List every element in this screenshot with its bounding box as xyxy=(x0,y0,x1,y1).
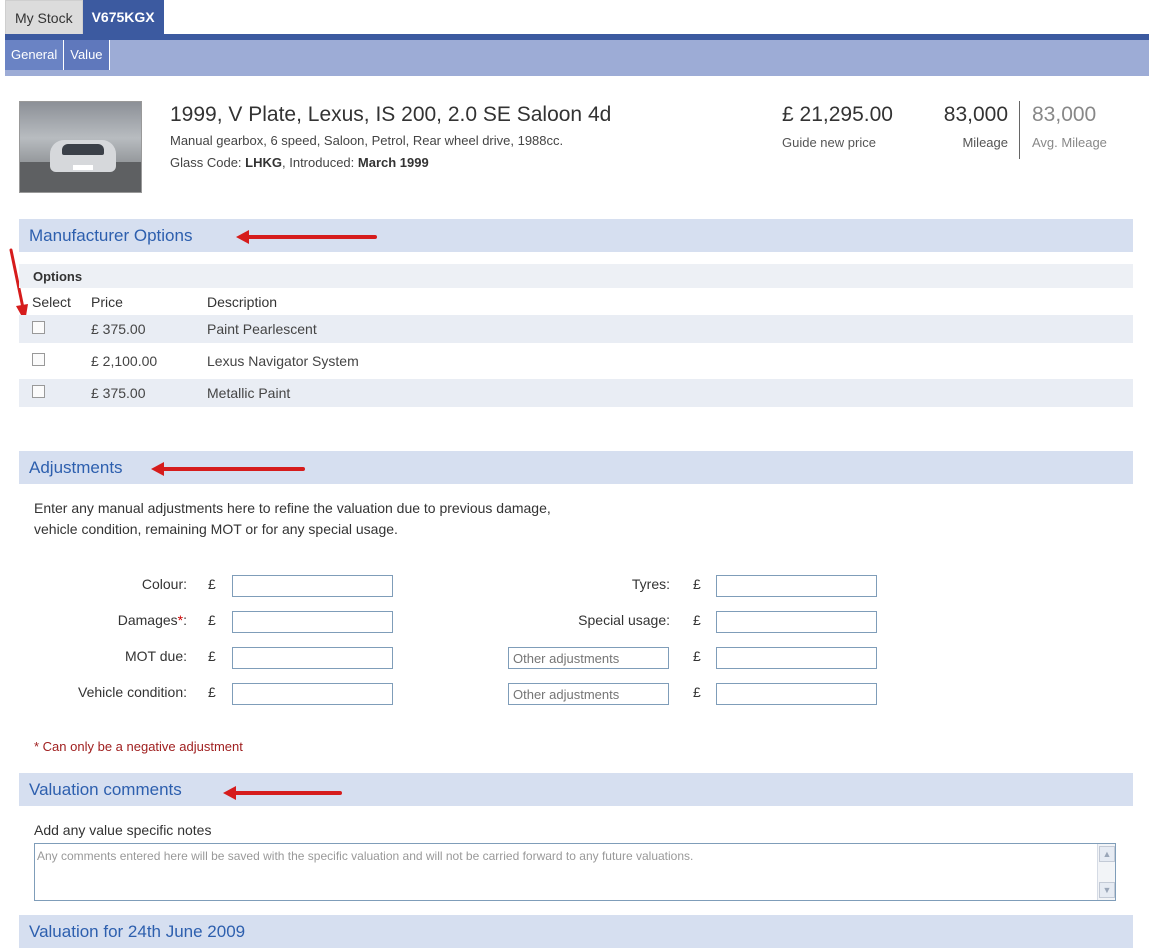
table-row: £ 375.00 Paint Pearlescent xyxy=(19,315,1133,343)
tyres-label: Tyres: xyxy=(631,576,670,592)
column-header-select: Select xyxy=(32,293,71,310)
tyres-input[interactable] xyxy=(716,575,877,597)
other-adjustment-value-input[interactable] xyxy=(716,647,877,669)
currency-symbol: £ xyxy=(208,576,216,592)
notes-label: Add any value specific notes xyxy=(34,822,212,838)
option-checkbox[interactable] xyxy=(32,353,45,366)
valuation-notes-textarea[interactable]: Any comments entered here will be saved … xyxy=(34,843,1116,901)
option-price: £ 375.00 xyxy=(91,321,146,337)
option-description: Lexus Navigator System xyxy=(207,353,359,369)
stat-divider xyxy=(1019,101,1020,159)
mileage: 83,000 Mileage xyxy=(944,103,1008,150)
column-header-price: Price xyxy=(91,293,123,310)
damages-input[interactable] xyxy=(232,611,393,633)
damages-label: Damages*: xyxy=(118,612,187,628)
tab-general[interactable]: General xyxy=(5,40,65,70)
introduced-label: , Introduced: xyxy=(282,155,358,170)
annotation-arrow-icon xyxy=(151,462,305,476)
vehicle-glass-code: Glass Code: LHKG, Introduced: March 1999 xyxy=(170,155,429,170)
options-table: Options Select Price Description £ 375.0… xyxy=(19,264,1133,411)
options-header-row: Select Price Description xyxy=(19,288,1133,315)
tab-vehicle-registration[interactable]: V675KGX xyxy=(82,0,164,34)
adjustments-intro: Enter any manual adjustments here to ref… xyxy=(34,498,674,540)
special-usage-input[interactable] xyxy=(716,611,877,633)
annotation-arrow-icon xyxy=(236,230,377,244)
vehicle-condition-label: Vehicle condition: xyxy=(78,684,187,700)
currency-symbol: £ xyxy=(693,576,701,592)
currency-symbol: £ xyxy=(208,612,216,628)
guide-price-value: £ 21,295.00 xyxy=(782,103,893,126)
vehicle-spec: Manual gearbox, 6 speed, Saloon, Petrol,… xyxy=(170,133,564,148)
avg-mileage-value: 83,000 xyxy=(1032,103,1097,126)
avg-mileage-label: Avg. Mileage xyxy=(1032,135,1107,150)
tab-my-stock[interactable]: My Stock xyxy=(5,0,83,34)
table-row: £ 375.00 Metallic Paint xyxy=(19,379,1133,407)
other-adjustment-name-input[interactable] xyxy=(508,683,669,705)
other-adjustment-name-input[interactable] xyxy=(508,647,669,669)
section-valuation-date: Valuation for 24th June 2009 xyxy=(19,915,1133,948)
vehicle-condition-input[interactable] xyxy=(232,683,393,705)
option-description: Metallic Paint xyxy=(207,385,291,401)
mot-due-input[interactable] xyxy=(232,647,393,669)
colour-input[interactable] xyxy=(232,575,393,597)
option-checkbox[interactable] xyxy=(32,385,45,398)
vehicle-photo xyxy=(19,101,142,193)
sub-navigation: General Value xyxy=(5,40,1149,76)
guide-price-label: Guide new price xyxy=(782,135,876,150)
scroll-down-icon[interactable]: ▼ xyxy=(1099,882,1115,898)
colour-label: Colour: xyxy=(141,576,187,592)
currency-symbol: £ xyxy=(693,648,701,664)
section-title: Adjustments xyxy=(29,458,123,477)
damages-label-colon: : xyxy=(183,612,187,628)
option-checkbox[interactable] xyxy=(32,321,45,334)
annotation-arrow-icon xyxy=(223,786,342,800)
option-price: £ 375.00 xyxy=(91,385,146,401)
column-header-description: Description xyxy=(207,293,278,310)
scroll-up-icon[interactable]: ▲ xyxy=(1099,846,1115,862)
section-title: Manufacturer Options xyxy=(29,226,193,245)
table-row: £ 2,100.00 Lexus Navigator System xyxy=(19,347,1133,375)
adjustments-intro-line: Enter any manual adjustments here to ref… xyxy=(34,500,551,516)
notes-scrollbar[interactable]: ▲ ▼ xyxy=(1097,844,1115,900)
vehicle-title: 1999, V Plate, Lexus, IS 200, 2.0 SE Sal… xyxy=(170,103,612,126)
top-tab-bar: My Stock V675KGX xyxy=(5,0,164,34)
option-description: Paint Pearlescent xyxy=(207,321,317,337)
option-price: £ 2,100.00 xyxy=(91,353,158,369)
glass-code-label: Glass Code: xyxy=(170,155,246,170)
section-manufacturer-options: Manufacturer Options xyxy=(19,219,1133,252)
currency-symbol: £ xyxy=(208,648,216,664)
tab-value[interactable]: Value xyxy=(64,40,110,70)
damages-label-text: Damages xyxy=(117,612,178,628)
mot-due-label: MOT due: xyxy=(125,648,187,664)
special-usage-label: Special usage: xyxy=(578,612,670,628)
mileage-label: Mileage xyxy=(962,135,1008,150)
currency-symbol: £ xyxy=(693,612,701,628)
mileage-value: 83,000 xyxy=(943,103,1008,126)
currency-symbol: £ xyxy=(693,684,701,700)
section-valuation-comments: Valuation comments xyxy=(19,773,1133,806)
section-title: Valuation comments xyxy=(29,780,182,799)
avg-mileage: 83,000 Avg. Mileage xyxy=(1032,103,1107,150)
guide-new-price: £ 21,295.00 Guide new price xyxy=(782,103,893,150)
adjustments-intro-line: vehicle condition, remaining MOT or for … xyxy=(34,521,398,537)
glass-code-value: LHKG xyxy=(245,155,282,170)
other-adjustment-value-input[interactable] xyxy=(716,683,877,705)
negative-adjustment-note: * Can only be a negative adjustment xyxy=(34,739,243,754)
introduced-value: March 1999 xyxy=(357,155,429,170)
currency-symbol: £ xyxy=(208,684,216,700)
options-title: Options xyxy=(19,264,1133,288)
notes-placeholder: Any comments entered here will be saved … xyxy=(37,849,694,863)
section-title: Valuation for 24th June 2009 xyxy=(29,922,246,941)
